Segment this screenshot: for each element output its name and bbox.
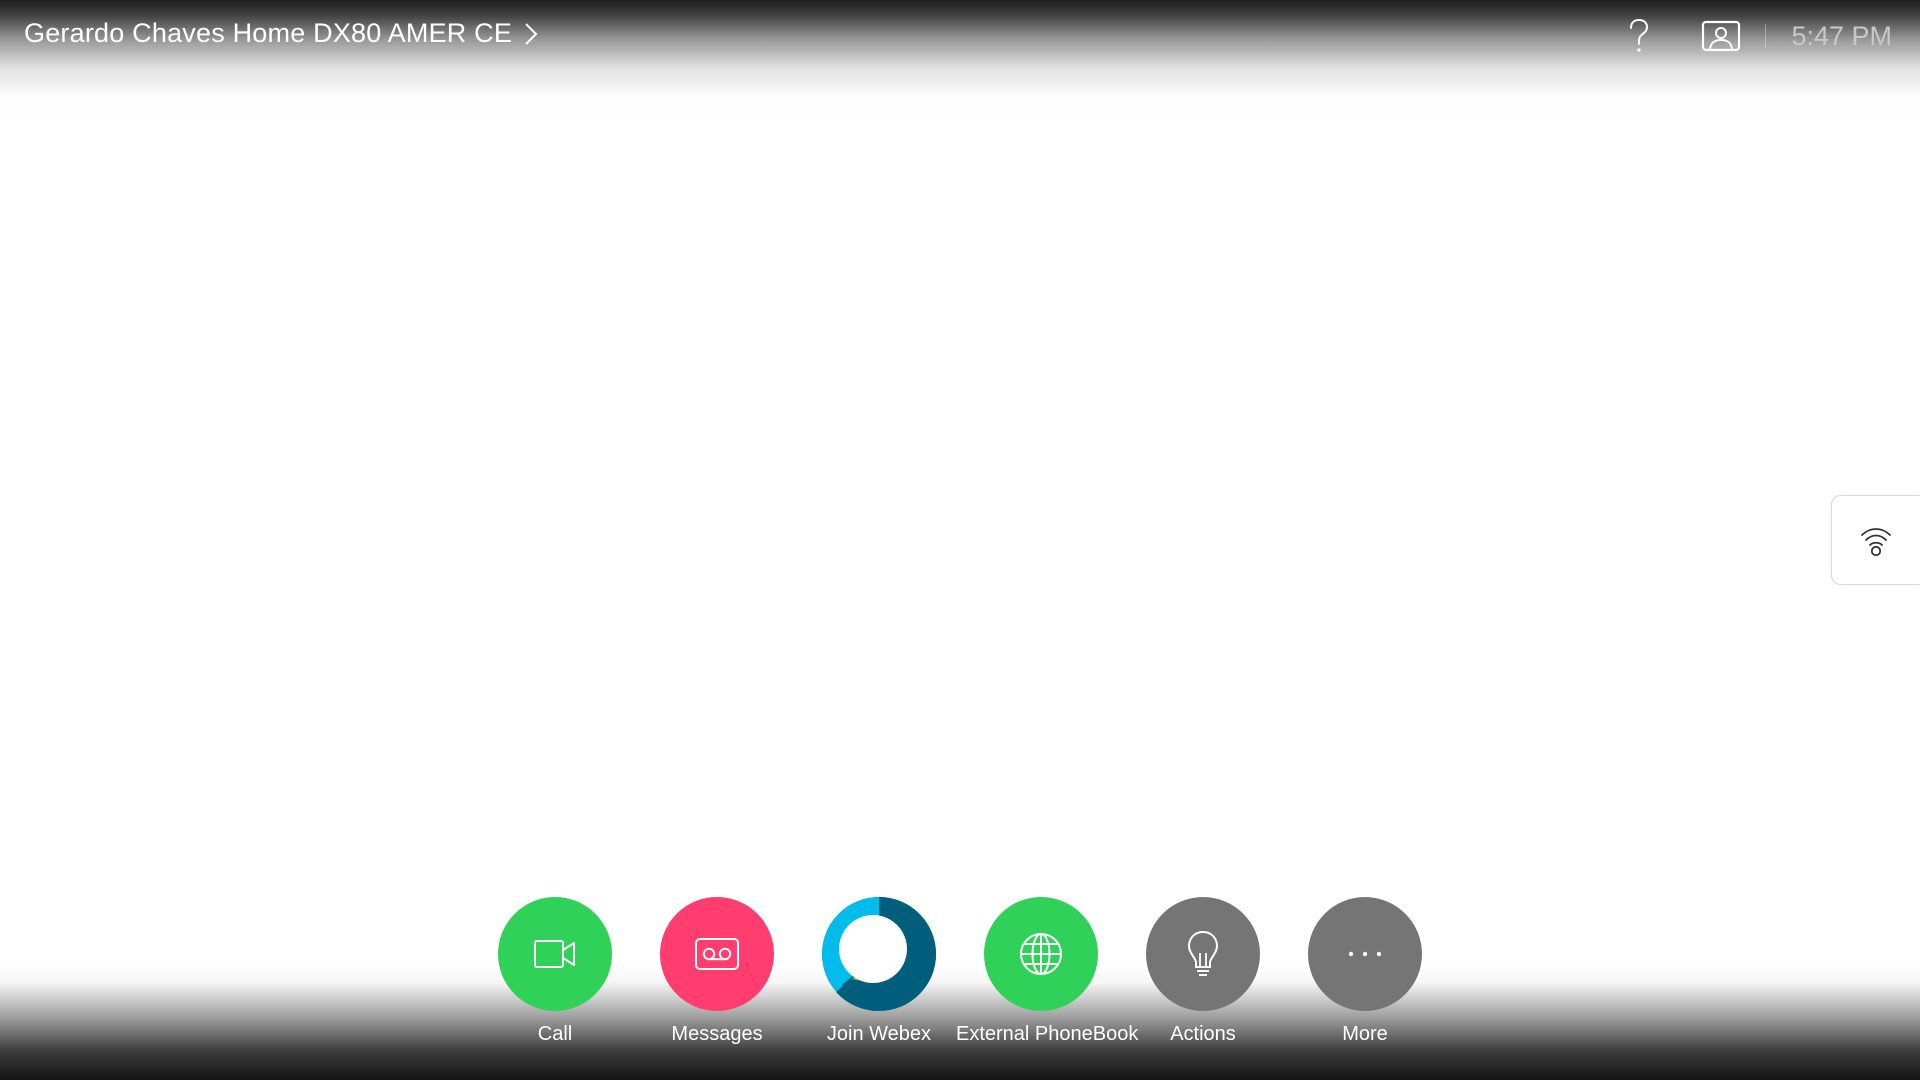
webex-logo-icon (822, 897, 936, 1011)
external-phonebook-label: External PhoneBook (956, 1023, 1139, 1045)
join-webex-button[interactable]: Join Webex (794, 897, 964, 1046)
globe-icon (1020, 933, 1062, 975)
external-phonebook-circle (984, 897, 1098, 1011)
lightbulb-icon (1187, 930, 1219, 976)
actions-label: Actions (1170, 1023, 1236, 1045)
more-button[interactable]: More (1280, 897, 1450, 1046)
clock: 5:47 PM (1791, 20, 1892, 51)
proximity-wireless-icon (1861, 528, 1891, 557)
messages-button[interactable]: Messages (632, 897, 802, 1046)
messages-circle (660, 897, 774, 1011)
call-button[interactable]: Call (470, 897, 640, 1046)
ellipsis-icon (1348, 951, 1382, 957)
selfview-button[interactable] (1699, 16, 1743, 56)
actions-button[interactable]: Actions (1118, 897, 1288, 1046)
external-phonebook-button[interactable]: External PhoneBook (956, 897, 1139, 1046)
more-label: More (1342, 1023, 1388, 1045)
chevron-right-icon (525, 22, 538, 45)
home-screen: Gerardo Chaves Home DX80 AMER CE 5:47 PM… (0, 0, 1920, 1080)
question-mark-icon (1630, 18, 1649, 52)
voicemail-icon (695, 938, 739, 970)
help-button[interactable] (1619, 16, 1659, 56)
actions-circle (1146, 897, 1260, 1011)
proximity-tab[interactable] (1831, 495, 1920, 585)
call-label: Call (537, 1023, 573, 1045)
top-right-controls: 5:47 PM (1619, 16, 1892, 56)
header-separator (1765, 24, 1767, 48)
join-webex-label: Join Webex (826, 1023, 932, 1045)
selfview-person-icon (1702, 20, 1741, 52)
video-camera-icon (534, 940, 575, 968)
device-name-button[interactable]: Gerardo Chaves Home DX80 AMER CE (24, 18, 540, 49)
messages-label: Messages (671, 1023, 763, 1045)
home-dock: Call Messages Join Webex External PhoneB… (0, 897, 1920, 1057)
device-name-label: Gerardo Chaves Home DX80 AMER CE (24, 18, 513, 48)
top-status-bar: Gerardo Chaves Home DX80 AMER CE 5:47 PM (0, 0, 1920, 118)
more-circle (1308, 897, 1422, 1011)
call-circle (498, 897, 612, 1011)
join-webex-circle (822, 897, 936, 1011)
